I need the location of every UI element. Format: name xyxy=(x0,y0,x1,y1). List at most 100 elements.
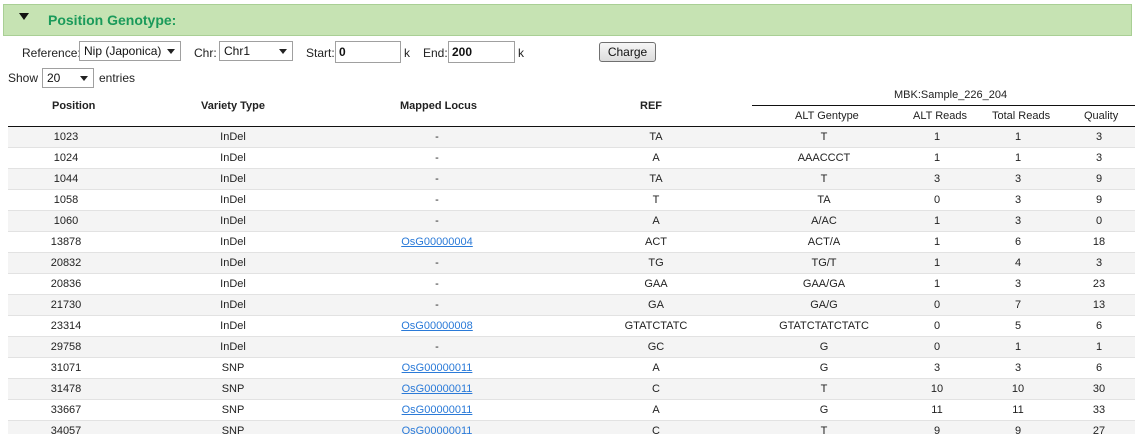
cell-alt: GTATCTATCTATC xyxy=(779,320,869,332)
cell-type: InDel xyxy=(220,257,246,269)
cell-position: 1060 xyxy=(53,215,79,227)
start-unit: k xyxy=(404,46,410,60)
col-header-mapped-locus[interactable]: Mapped Locus xyxy=(400,100,477,112)
cell-ref: TG xyxy=(648,257,664,269)
cell-position: 1058 xyxy=(53,194,79,206)
cell-ref: C xyxy=(652,425,660,434)
chr-select-value: Chr1 xyxy=(224,44,251,58)
table-row: 21730 InDel - GA GA/G 0 7 13 xyxy=(8,295,1135,316)
cell-type: InDel xyxy=(220,194,246,206)
cell-alt: G xyxy=(819,362,829,374)
cell-alt: TA xyxy=(817,194,831,206)
cell-quality: 27 xyxy=(1092,425,1106,434)
col-header-total-reads[interactable]: Total Reads xyxy=(992,110,1050,122)
cell-quality: 30 xyxy=(1092,383,1106,395)
cell-type: InDel xyxy=(220,173,246,185)
chevron-down-icon xyxy=(167,49,175,54)
end-input[interactable]: 200 xyxy=(448,41,515,63)
cell-quality: 23 xyxy=(1092,278,1106,290)
cell-position: 20836 xyxy=(50,278,82,290)
col-header-variety-type[interactable]: Variety Type xyxy=(201,100,265,112)
section-title: Position Genotype: xyxy=(48,12,177,28)
cell-position: 29758 xyxy=(50,341,82,353)
cell-alt: G xyxy=(819,404,829,416)
group-divider xyxy=(752,105,1135,106)
cell-type: InDel xyxy=(220,236,246,248)
cell-type: SNP xyxy=(221,362,245,374)
cell-locus: - xyxy=(435,194,439,206)
cell-locus: - xyxy=(435,131,439,143)
cell-type: InDel xyxy=(220,215,246,227)
cell-locus: OsG00000011 xyxy=(377,404,497,416)
table-row: 29758 InDel - GC G 0 1 1 xyxy=(8,337,1135,358)
cell-ref: C xyxy=(652,383,660,395)
cell-ref: TA xyxy=(649,173,663,185)
cell-type: SNP xyxy=(221,404,245,416)
cell-quality: 9 xyxy=(1095,194,1103,206)
cell-alt: GAA/GA xyxy=(802,278,846,290)
cell-locus: OsG00000011 xyxy=(377,362,497,374)
cell-position: 1024 xyxy=(53,152,79,164)
table-row: 34057 SNP OsG00000011 C T 9 9 27 xyxy=(8,421,1135,434)
cell-ref: GA xyxy=(648,299,664,311)
locus-link[interactable]: OsG00000011 xyxy=(402,383,473,395)
cell-ref: A xyxy=(652,362,660,374)
cell-alt: AAACCCT xyxy=(797,152,851,164)
reference-select[interactable]: Nip (Japonica) xyxy=(79,41,181,61)
locus-link[interactable]: OsG00000011 xyxy=(402,404,473,416)
cell-alt: T xyxy=(820,131,828,143)
cell-quality: 6 xyxy=(1095,362,1103,374)
cell-alt: GA/G xyxy=(810,299,838,311)
col-group-sample: MBK:Sample_226_204 xyxy=(894,89,1008,101)
locus-link[interactable]: OsG00000011 xyxy=(402,362,473,374)
table-row: 1023 InDel - TA T 1 1 3 xyxy=(8,127,1135,148)
table-row: 31478 SNP OsG00000011 C T 10 10 30 xyxy=(8,379,1135,400)
cell-quality: 13 xyxy=(1092,299,1106,311)
col-header-ref[interactable]: REF xyxy=(640,100,662,112)
table-row: 23314 InDel OsG00000008 GTATCTATC GTATCTATCT… xyxy=(8,316,1135,337)
cell-type: InDel xyxy=(220,320,246,332)
cell-quality: 1 xyxy=(1095,341,1103,353)
cell-quality: 9 xyxy=(1095,173,1103,185)
cell-position: 34057 xyxy=(50,425,82,434)
start-input[interactable]: 0 xyxy=(335,41,401,63)
table-row: 1024 InDel - A AAACCCT 1 1 3 xyxy=(8,148,1135,169)
cell-quality: 3 xyxy=(1095,257,1103,269)
cell-ref: T xyxy=(652,194,660,206)
cell-alt: T xyxy=(820,383,828,395)
locus-link[interactable]: OsG00000004 xyxy=(401,236,473,248)
filter-controls: Reference: Nip (Japonica) Chr: Chr1 Star… xyxy=(0,40,1136,66)
col-header-alt-gentype[interactable]: ALT Gentype xyxy=(795,110,859,122)
charge-button[interactable]: Charge xyxy=(599,42,656,62)
locus-link[interactable]: OsG00000011 xyxy=(402,425,473,434)
entries-select[interactable]: 20 xyxy=(42,68,94,88)
col-header-alt-reads[interactable]: ALT Reads xyxy=(913,110,967,122)
table-row: 31071 SNP OsG00000011 A G 3 3 6 xyxy=(8,358,1135,379)
cell-locus: - xyxy=(435,173,439,185)
chr-label: Chr: xyxy=(194,46,217,60)
genotype-table: Position Variety Type Mapped Locus REF M… xyxy=(8,86,1135,434)
cell-quality: 0 xyxy=(1095,215,1103,227)
show-label: Show xyxy=(8,71,39,85)
cell-type: SNP xyxy=(221,383,245,395)
col-header-quality[interactable]: Quality xyxy=(1084,110,1118,122)
cell-type: InDel xyxy=(220,278,246,290)
cell-type: InDel xyxy=(220,341,246,353)
cell-ref: TA xyxy=(649,131,663,143)
table-row: 13878 InDel OsG00000004 ACT ACT/A 1 6 18 xyxy=(8,232,1135,253)
cell-quality: 18 xyxy=(1092,236,1106,248)
cell-position: 31071 xyxy=(50,362,82,374)
cell-position: 33667 xyxy=(50,404,82,416)
locus-link[interactable]: OsG00000008 xyxy=(401,320,473,332)
cell-ref: A xyxy=(652,152,660,164)
cell-position: 1044 xyxy=(53,173,79,185)
cell-position: 13878 xyxy=(50,236,82,248)
col-header-position[interactable]: Position xyxy=(52,100,95,112)
reference-label: Reference: xyxy=(22,46,81,60)
cell-alt: T xyxy=(820,173,828,185)
cell-locus: - xyxy=(435,299,439,311)
cell-alt: T xyxy=(820,425,828,434)
cell-quality: 6 xyxy=(1095,320,1103,332)
collapse-toggle-icon[interactable] xyxy=(19,13,29,20)
chr-select[interactable]: Chr1 xyxy=(219,41,293,61)
